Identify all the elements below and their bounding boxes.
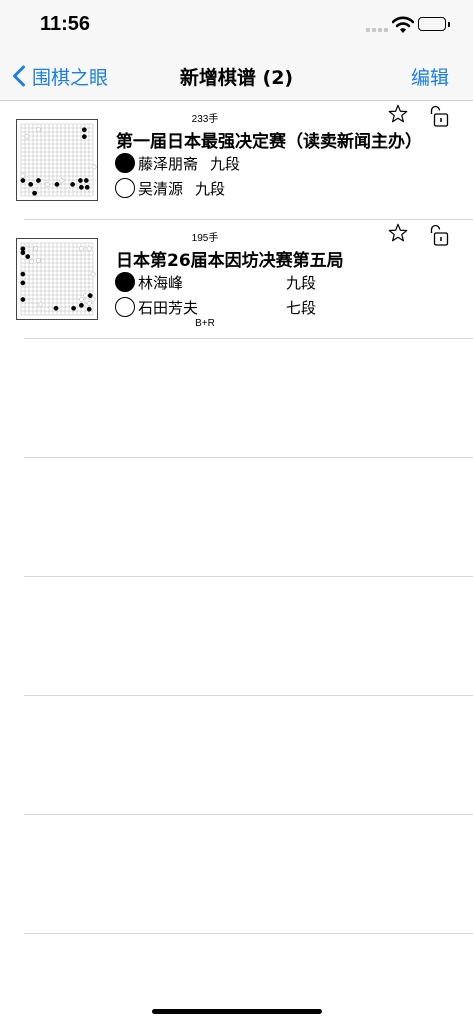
navigation-bar: 围棋之眼 新增棋谱 (2) 编辑: [0, 50, 473, 101]
white-stone: [33, 246, 38, 252]
game-title: 日本第26届本因坊决赛第五局: [116, 251, 344, 271]
wifi-icon: [392, 16, 414, 33]
black-stone: [87, 293, 93, 298]
page-title: 新增棋谱 (2): [179, 67, 294, 89]
black-stone-icon: [115, 272, 135, 292]
white-stone: [82, 293, 88, 298]
star-icon[interactable]: [387, 222, 409, 244]
black-stone: [78, 178, 83, 183]
black-stone: [28, 181, 34, 187]
white-stone: [29, 259, 35, 264]
white-stone: [86, 246, 92, 252]
white-stone: [90, 271, 96, 277]
status-bar: 11:56: [0, 0, 473, 50]
home-indicator: [152, 1009, 322, 1014]
battery-icon: [418, 17, 450, 31]
white-stone: [20, 173, 26, 178]
white-stone-icon: [115, 178, 135, 198]
white-stone: [90, 297, 96, 302]
game-row[interactable]: 233手 第一届日本最强决定赛（读卖新闻主办） 藤泽朋斋 九段 吴清源 九段: [0, 101, 473, 220]
black-player-row: 林海峰 九段: [115, 270, 355, 294]
black-stone: [20, 280, 26, 286]
black-player-name: 藤泽朋斋: [138, 154, 199, 173]
edit-button[interactable]: 编辑: [411, 63, 449, 90]
empty-row: [0, 696, 473, 815]
black-stone: [84, 184, 90, 190]
black-stone: [20, 178, 26, 183]
white-stone: [59, 178, 65, 183]
black-stone: [20, 297, 26, 302]
black-stone-icon: [115, 153, 135, 173]
black-stone: [54, 181, 60, 187]
white-stone: [78, 297, 84, 302]
white-stone: [38, 301, 43, 307]
black-stone: [81, 134, 87, 139]
game-list: 233手 第一届日本最强决定赛（读卖新闻主办） 藤泽朋斋 九段 吴清源 九段 1…: [0, 101, 473, 934]
unlock-icon[interactable]: [428, 223, 450, 247]
status-time: 11:56: [40, 13, 91, 35]
white-stone: [24, 134, 30, 139]
white-player-name: 石田芳夫: [138, 298, 199, 317]
white-player-name: 吴清源: [138, 179, 184, 198]
black-stone: [70, 181, 75, 187]
black-stone: [78, 302, 84, 308]
black-stone: [53, 305, 59, 311]
move-count: 233手: [191, 114, 219, 125]
black-stone: [25, 254, 31, 259]
move-count: 195手: [191, 233, 219, 244]
cellular-signal-icon: [366, 24, 388, 32]
star-icon[interactable]: [387, 103, 409, 125]
black-stone: [32, 190, 37, 196]
white-player-rank: 九段: [195, 179, 226, 198]
white-stone-icon: [115, 297, 135, 317]
black-player-rank: 九段: [210, 154, 241, 173]
go-board-thumbnail: [16, 238, 98, 320]
go-board-thumbnail: [16, 119, 98, 201]
white-player-row: 吴清源 九段: [115, 176, 225, 200]
black-stone: [78, 184, 84, 190]
white-player-row: 石田芳夫 七段: [115, 295, 355, 319]
black-stone: [81, 127, 87, 133]
black-player-rank: 九段: [286, 273, 317, 292]
unlock-icon[interactable]: [428, 104, 450, 128]
black-stone: [36, 178, 41, 183]
black-stone: [20, 250, 26, 256]
black-stone: [20, 271, 26, 277]
game-title: 第一届日本最强决定赛（读卖新闻主办）: [116, 132, 422, 152]
white-stone: [91, 164, 97, 170]
empty-row: [0, 339, 473, 458]
black-player-name: 林海峰: [138, 273, 184, 292]
empty-row: [0, 577, 473, 696]
black-stone: [20, 246, 26, 252]
white-stone: [86, 300, 92, 306]
empty-row: [0, 458, 473, 577]
white-player-rank: 七段: [286, 298, 317, 317]
white-stone: [78, 246, 84, 252]
white-stone: [36, 127, 41, 133]
black-stone: [83, 178, 89, 183]
black-player-row: 藤泽朋斋 九段: [115, 151, 240, 175]
black-stone: [86, 306, 92, 312]
black-stone: [71, 305, 76, 311]
white-stone: [44, 181, 50, 187]
game-result: B+R: [195, 318, 215, 329]
white-stone: [36, 258, 41, 263]
empty-row: [0, 815, 473, 934]
game-row[interactable]: 195手 日本第26届本因坊决赛第五局 林海峰 九段 石田芳夫 七段 B+R: [0, 220, 473, 339]
